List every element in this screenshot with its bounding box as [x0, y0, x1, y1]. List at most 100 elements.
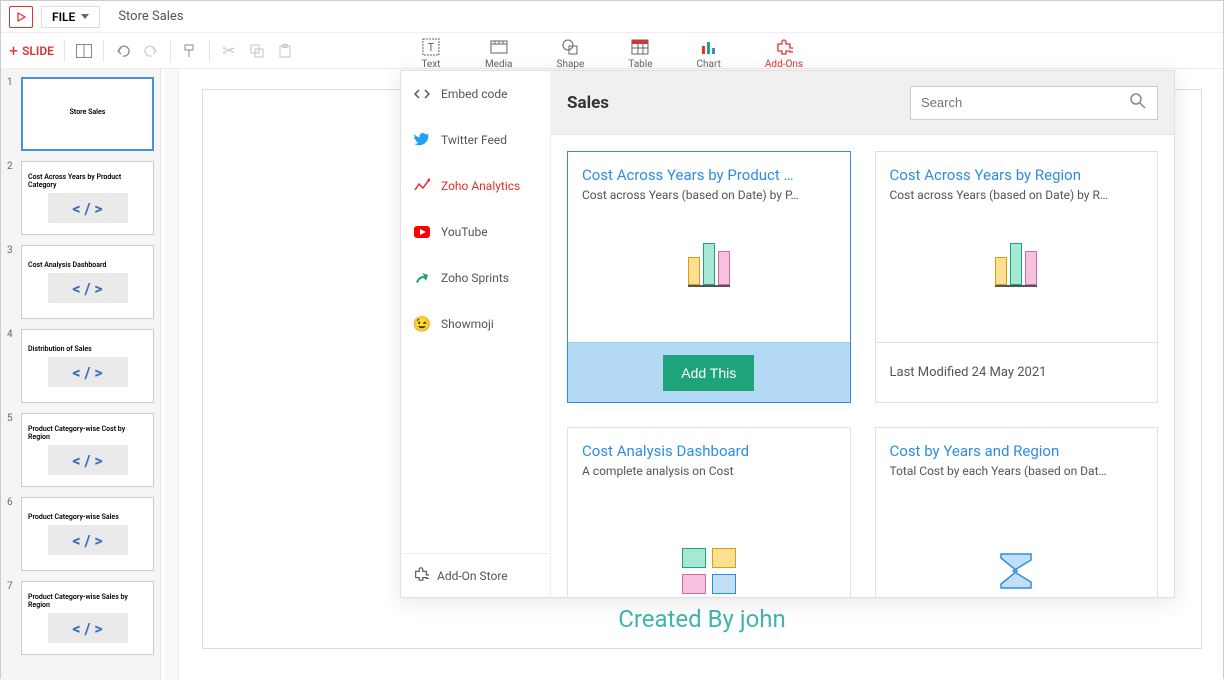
addons-icon — [774, 37, 794, 57]
slide-thumb-body: Distribution of Sales< / > — [21, 329, 154, 403]
analytics-card[interactable]: Cost Analysis DashboardA complete analys… — [567, 427, 851, 597]
embed-placeholder-icon: < / > — [48, 445, 128, 475]
redo-icon[interactable] — [142, 42, 160, 60]
zoho-sprints-icon — [413, 269, 431, 287]
card-subtitle: Total Cost by each Years (based on Dat… — [890, 464, 1144, 478]
addon-source-label: Showmoji — [441, 317, 494, 331]
card-graphic — [582, 202, 836, 328]
slide-thumb-body: Cost Across Years by Product Category< /… — [21, 161, 154, 235]
card-body: Cost by Years and Region Total Cost by ea… — [876, 428, 1158, 597]
addon-source-label: Zoho Sprints — [441, 271, 509, 285]
search-icon — [1129, 92, 1147, 114]
svg-text:T: T — [428, 41, 435, 54]
card-body: Cost Analysis DashboardA complete analys… — [568, 428, 850, 597]
addons-header: Sales — [551, 71, 1174, 135]
search-input[interactable] — [921, 95, 1121, 110]
created-by-text: Created By john — [618, 605, 786, 633]
addons-sources-sidebar: Embed code Twitter Feed Zoho Analytics YouT… — [401, 71, 551, 597]
layout-icon[interactable] — [75, 42, 93, 60]
title-bar: FILE Store Sales — [1, 1, 1223, 33]
card-title: Cost Across Years by Region — [890, 166, 1144, 184]
chart-icon — [699, 37, 719, 57]
paste-icon[interactable] — [276, 42, 294, 60]
addon-source-label: Embed code — [441, 87, 507, 101]
slide-thumb-title: Product Category-wise Cost by Region — [28, 425, 147, 441]
document-title: Store Sales — [118, 9, 183, 24]
slide-thumbnail[interactable]: 4Distribution of Sales< / > — [7, 329, 154, 403]
showmoji-icon: 😉 — [413, 315, 431, 333]
slide-number: 3 — [7, 245, 17, 319]
slide-thumbnail[interactable]: 6Product Category-wise Sales< / > — [7, 497, 154, 571]
slide-thumb-title: Product Category-wise Sales — [28, 513, 119, 521]
addon-source-label: Zoho Analytics — [441, 179, 520, 193]
addon-source-label: YouTube — [441, 225, 488, 239]
card-footer: Add This — [568, 342, 850, 402]
search-box[interactable] — [910, 86, 1158, 120]
add-this-button[interactable]: Add This — [663, 355, 754, 391]
addon-source-youtube[interactable]: YouTube — [401, 209, 550, 255]
bar-chart-icon — [995, 243, 1037, 287]
card-graphic — [890, 202, 1144, 328]
toolbar: + SLIDE ✂ T Text Media Shape — [1, 33, 1223, 69]
twitter-icon — [413, 131, 431, 149]
slide-thumbnail[interactable]: 5Product Category-wise Cost by Region< /… — [7, 413, 154, 487]
card-footer: Last Modified 24 May 2021 — [876, 342, 1158, 402]
slide-number: 2 — [7, 161, 17, 235]
card-graphic — [582, 478, 836, 597]
vertical-ruler — [165, 69, 179, 680]
format-painter-icon[interactable] — [181, 42, 199, 60]
card-body: Cost Across Years by Region Cost across Y… — [876, 152, 1158, 342]
file-menu-button[interactable]: FILE — [41, 6, 100, 28]
last-modified-text: Last Modified 24 May 2021 — [890, 365, 1047, 380]
insert-chart-button[interactable]: Chart — [691, 35, 727, 72]
embed-placeholder-icon: < / > — [48, 357, 128, 387]
addons-content-title: Sales — [567, 93, 609, 113]
add-slide-label: SLIDE — [22, 44, 54, 58]
slide-number: 4 — [7, 329, 17, 403]
slide-thumbnail[interactable]: 3 Cost Analysis Dashboard < / > — [7, 245, 154, 319]
insert-media-button[interactable]: Media — [479, 35, 519, 72]
addon-source-embed[interactable]: Embed code — [401, 71, 550, 117]
card-title: Cost by Years and Region — [890, 442, 1144, 460]
zoho-analytics-icon — [413, 177, 431, 195]
slide-thumb-title: Product Category-wise Sales by Region — [28, 593, 147, 609]
undo-icon[interactable] — [114, 42, 132, 60]
embed-placeholder-icon: < / > — [48, 273, 128, 303]
analytics-card[interactable]: Cost Across Years by Product …Cost acros… — [567, 151, 851, 403]
addon-store-button[interactable]: Add-On Store — [401, 553, 550, 597]
addon-source-zoho-sprints[interactable]: Zoho Sprints — [401, 255, 550, 301]
separator — [209, 40, 210, 62]
addon-source-label: Twitter Feed — [441, 133, 507, 147]
addon-source-twitter[interactable]: Twitter Feed — [401, 117, 550, 163]
text-icon: T — [421, 37, 441, 57]
addon-source-showmoji[interactable]: 😉 Showmoji — [401, 301, 550, 347]
sigma-icon — [991, 546, 1041, 596]
insert-table-button[interactable]: Table — [622, 35, 658, 72]
slide-thumbnail[interactable]: 2Cost Across Years by Product Category< … — [7, 161, 154, 235]
slide-thumb-title: Cost Analysis Dashboard — [28, 261, 106, 269]
analytics-card[interactable]: Cost Across Years by Region Cost across Y… — [875, 151, 1159, 403]
slide-number: 7 — [7, 581, 17, 655]
cut-icon[interactable]: ✂ — [220, 42, 238, 60]
embed-icon — [413, 85, 431, 103]
plus-icon: + — [9, 41, 18, 60]
insert-text-button[interactable]: T Text — [415, 35, 447, 72]
slide-thumbnail[interactable]: 7Product Category-wise Sales by Region< … — [7, 581, 154, 655]
analytics-card[interactable]: Cost by Years and Region Total Cost by ea… — [875, 427, 1159, 597]
slides-panel: 1Store Sales2Cost Across Years by Produc… — [1, 69, 161, 680]
card-subtitle: Cost across Years (based on Date) by R… — [890, 188, 1144, 202]
insert-shape-button[interactable]: Shape — [551, 35, 591, 72]
slide-thumb-body: Product Category-wise Cost by Region < / … — [21, 413, 154, 487]
slide-thumb-body: Product Category-wise Sales< / > — [21, 497, 154, 571]
addon-source-zoho-analytics[interactable]: Zoho Analytics — [401, 163, 550, 209]
cards-grid: Cost Across Years by Product …Cost acros… — [551, 135, 1174, 597]
copy-icon[interactable] — [248, 42, 266, 60]
slide-thumbnail[interactable]: 1Store Sales — [7, 77, 154, 151]
slide-thumb-title: Cost Across Years by Product Category — [28, 173, 147, 189]
slide-thumb-body: Cost Analysis Dashboard < / > — [21, 245, 154, 319]
app-logo-icon[interactable] — [9, 6, 33, 28]
youtube-icon — [413, 223, 431, 241]
slide-thumb-title: Store Sales — [70, 108, 106, 116]
add-slide-button[interactable]: + SLIDE — [9, 41, 54, 60]
file-menu-label: FILE — [52, 10, 75, 24]
